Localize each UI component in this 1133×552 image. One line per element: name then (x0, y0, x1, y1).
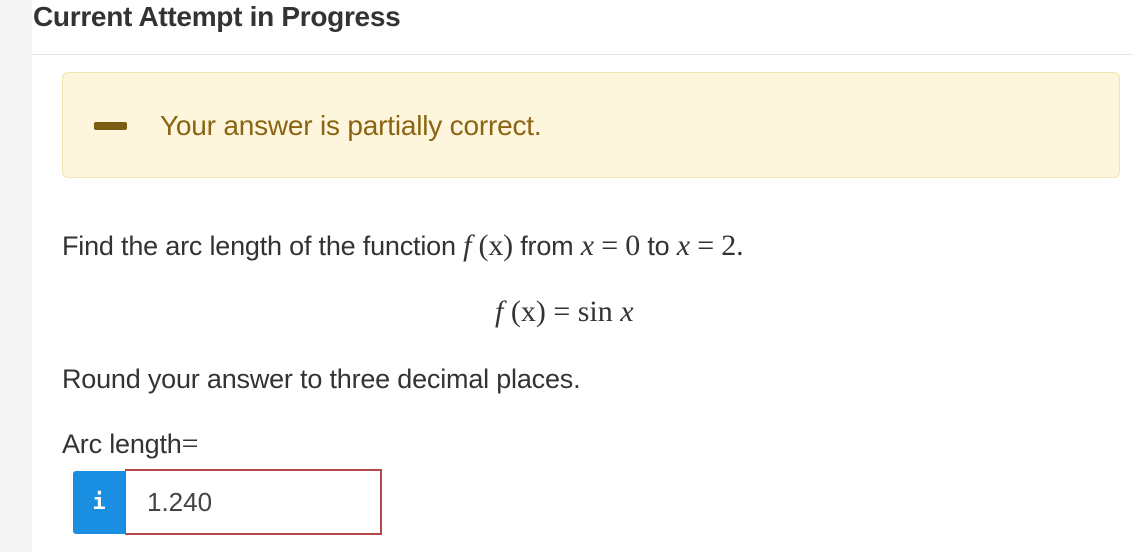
left-gutter (0, 0, 32, 552)
page-title: Current Attempt in Progress (33, 1, 401, 32)
function-equation: f (x) = sin x (495, 295, 634, 328)
question-text: Find the arc length of the function f (x… (62, 226, 744, 266)
question-end: x = 2. (676, 229, 744, 262)
arc-length-label: Arc length= (62, 427, 199, 460)
rounding-instruction: Round your answer to three decimal place… (62, 364, 581, 394)
question-from: from (520, 231, 574, 261)
arc-length-input[interactable] (125, 469, 382, 535)
question-to: to (647, 231, 670, 261)
question-start: x = 0 (580, 229, 641, 262)
feedback-message: Your answer is partially correct. (160, 110, 542, 141)
question-intro: Find the arc length of the function (62, 231, 456, 261)
info-icon-button[interactable]: i (73, 471, 125, 534)
minus-icon (94, 122, 127, 130)
page-header: Current Attempt in Progress (32, 0, 1133, 55)
question-function: f (x) (463, 229, 513, 262)
feedback-banner: Your answer is partially correct. (62, 72, 1120, 178)
